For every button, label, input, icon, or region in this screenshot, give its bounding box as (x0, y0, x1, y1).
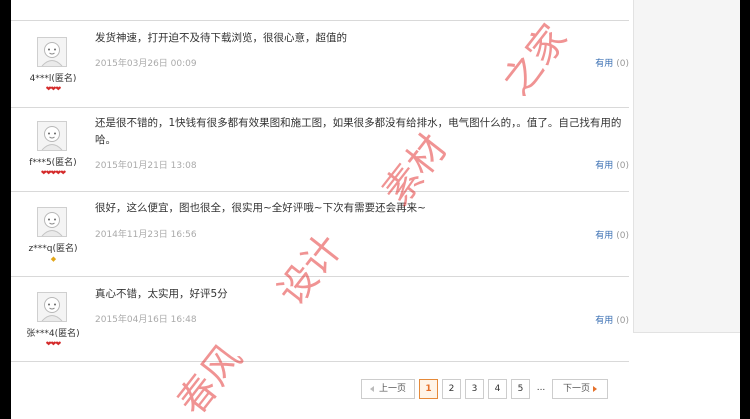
review-date: 2015年01月21日 13:08 (95, 161, 197, 171)
arrow-left-icon (369, 385, 374, 392)
review-item: 4***l(匿名) ❤❤❤ 发货神速，打开迫不及待下载浏览，很很心意，超值的 2… (11, 20, 629, 108)
pagination-ellipsis: ... (534, 379, 548, 397)
reviewer-level-icons: ◆ (50, 255, 56, 263)
useful-label: 有用 (595, 316, 614, 326)
reviewer-name: f***5(匿名) (29, 158, 77, 168)
review-page: 4***l(匿名) ❤❤❤ 发货神速，打开迫不及待下载浏览，很很心意，超值的 2… (11, 0, 740, 419)
reviewer-name: 4***l(匿名) (29, 74, 77, 84)
right-sidebar-panel (633, 0, 740, 333)
review-item: 张***4(匿名) ❤❤❤ 真心不错，太实用，好评5分 2015年04月16日 … (11, 277, 629, 362)
useful-label: 有用 (595, 59, 614, 69)
useful-label: 有用 (595, 231, 614, 241)
page-5-button[interactable]: 5 (511, 379, 530, 399)
reviewer-level-icons: ❤❤❤ (45, 85, 62, 93)
arrow-right-icon (593, 385, 597, 392)
useful-count: (0) (616, 161, 629, 171)
page-3-button[interactable]: 3 (465, 379, 484, 399)
avatar (37, 37, 67, 67)
review-date: 2015年03月26日 00:09 (95, 59, 197, 69)
review-date: 2014年11月23日 16:56 (95, 230, 197, 240)
useful-button[interactable]: 有用 (0) (595, 313, 629, 326)
page-1-button[interactable]: 1 (419, 379, 438, 399)
useful-button[interactable]: 有用 (0) (595, 56, 629, 69)
review-text: 还是很不错的，1快钱有很多都有效果图和施工图，如果很多都没有给排水，电气图什么的… (95, 117, 622, 146)
review-text: 真心不错，太实用，好评5分 (95, 288, 228, 300)
useful-count: (0) (616, 316, 629, 326)
next-page-label: 下一页 (562, 384, 590, 394)
useful-label: 有用 (595, 161, 614, 171)
default-avatar-icon (41, 126, 63, 150)
useful-button[interactable]: 有用 (0) (595, 158, 629, 171)
review-text: 发货神速，打开迫不及待下载浏览，很很心意，超值的 (95, 32, 347, 44)
avatar (37, 207, 67, 237)
pagination: 上一页 1 2 3 4 5 ... 下一页 (361, 379, 612, 399)
review-text: 很好，这么便宜，图也很全，很实用~全好评哦~下次有需要还会再来~ (95, 202, 426, 214)
review-date: 2015年04月16日 16:48 (95, 315, 197, 325)
review-item: f***5(匿名) ❤❤❤❤❤ 还是很不错的，1快钱有很多都有效果图和施工图，如… (11, 107, 629, 192)
avatar (37, 121, 67, 151)
useful-button[interactable]: 有用 (0) (595, 228, 629, 241)
reviewer-level-icons: ❤❤❤❤❤ (40, 169, 66, 177)
reviewer-level-icons: ❤❤❤ (45, 340, 62, 348)
avatar (37, 292, 67, 322)
prev-page-label: 上一页 (378, 384, 406, 394)
prev-page-button[interactable]: 上一页 (361, 379, 415, 399)
reviewer-name: z***q(匿名) (28, 244, 78, 254)
page-4-button[interactable]: 4 (488, 379, 507, 399)
review-item: z***q(匿名) ◆ 很好，这么便宜，图也很全，很实用~全好评哦~下次有需要还… (11, 192, 629, 277)
useful-count: (0) (616, 59, 629, 69)
reviewer-name: 张***4(匿名) (26, 329, 80, 339)
default-avatar-icon (41, 212, 63, 236)
next-page-button[interactable]: 下一页 (552, 379, 608, 399)
default-avatar-icon (41, 297, 63, 321)
page-2-button[interactable]: 2 (442, 379, 461, 399)
default-avatar-icon (41, 42, 63, 66)
useful-count: (0) (616, 231, 629, 241)
